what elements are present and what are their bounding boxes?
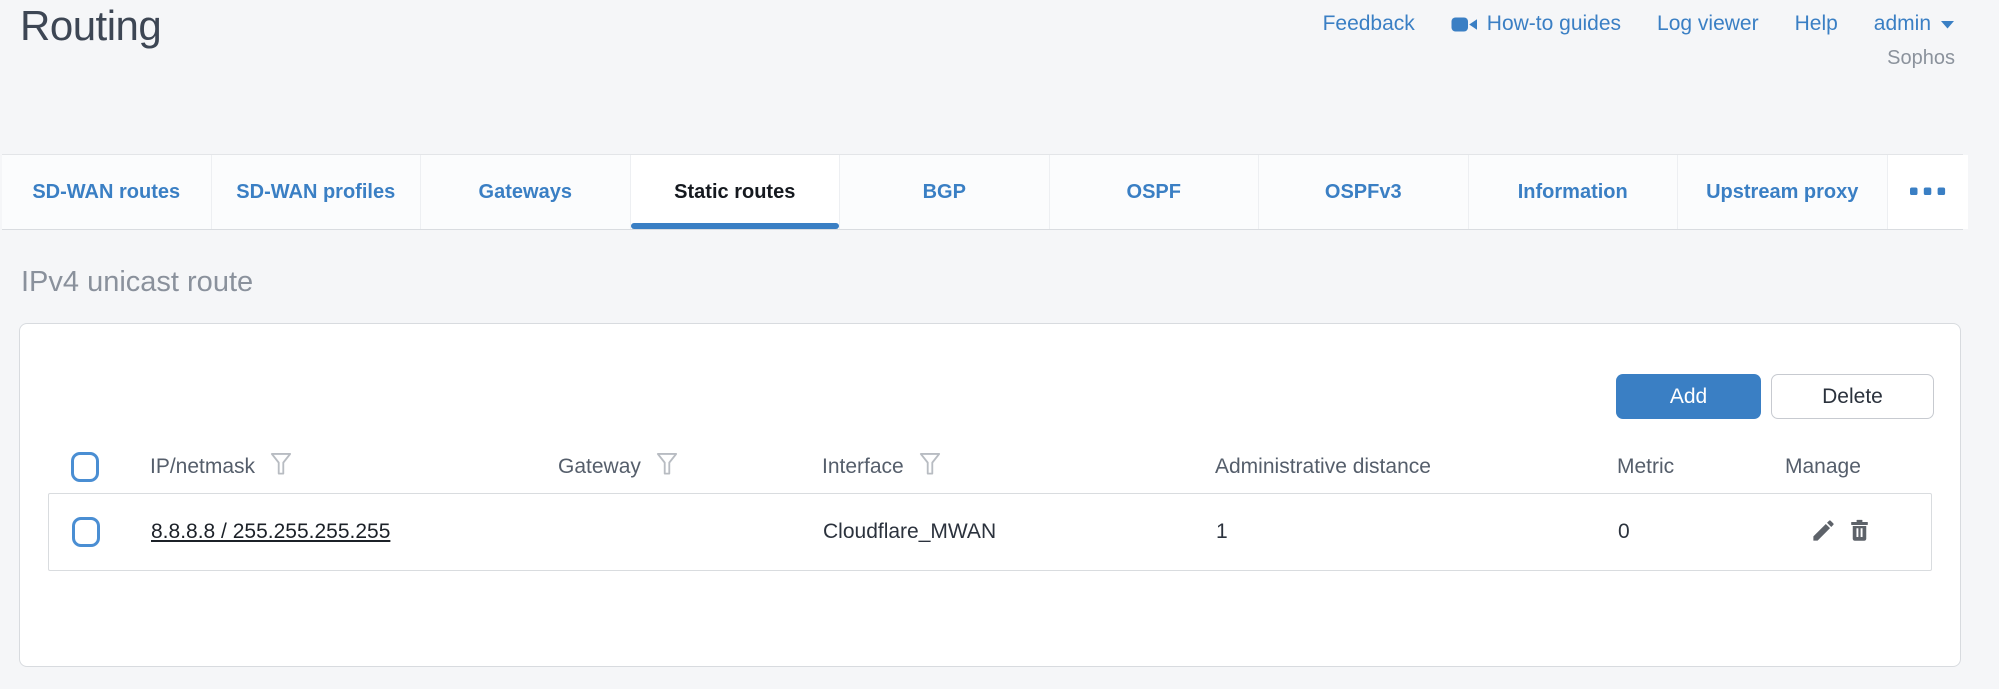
route-ip-netmask-link[interactable]: 8.8.8.8 / 255.255.255.255 bbox=[151, 520, 390, 543]
log-viewer-link[interactable]: Log viewer bbox=[1657, 12, 1759, 36]
admin-menu-label: admin bbox=[1874, 12, 1931, 36]
feedback-link[interactable]: Feedback bbox=[1323, 12, 1415, 36]
filter-funnel-icon[interactable] bbox=[919, 452, 941, 482]
tab-label: Information bbox=[1518, 181, 1628, 204]
delete-button[interactable]: Delete bbox=[1771, 374, 1934, 419]
help-link[interactable]: Help bbox=[1795, 12, 1838, 36]
edit-route-button[interactable] bbox=[1808, 515, 1839, 549]
how-to-guides-label: How-to guides bbox=[1487, 12, 1621, 36]
route-table-row: 8.8.8.8 / 255.255.255.255 Cloudflare_MWA… bbox=[48, 493, 1932, 571]
tab-label: Static routes bbox=[674, 181, 795, 204]
route-metric-cell: 0 bbox=[1618, 520, 1786, 544]
help-label: Help bbox=[1795, 12, 1838, 36]
chevron-down-icon bbox=[1940, 20, 1955, 29]
table-toolbar: Add Delete bbox=[1616, 374, 1934, 419]
delete-route-button[interactable] bbox=[1844, 515, 1875, 549]
tab-label: OSPF bbox=[1127, 181, 1181, 204]
column-header-metric: Metric bbox=[1617, 455, 1674, 479]
tab-sd-wan-routes[interactable]: SD-WAN routes bbox=[2, 155, 212, 229]
filter-funnel-icon[interactable] bbox=[270, 452, 292, 482]
tab-information[interactable]: Information bbox=[1469, 155, 1679, 229]
header-links: Feedback How-to guides Log viewer Help a… bbox=[1323, 12, 1955, 36]
tab-label: BGP bbox=[923, 181, 966, 204]
page-title: Routing bbox=[20, 2, 161, 50]
tab-label: SD-WAN routes bbox=[32, 181, 180, 204]
routes-table: IP/netmask Gateway Interface bbox=[48, 441, 1932, 571]
how-to-guides-link[interactable]: How-to guides bbox=[1451, 12, 1621, 36]
column-header-gateway: Gateway bbox=[558, 455, 641, 479]
column-header-interface: Interface bbox=[822, 455, 904, 479]
column-header-manage: Manage bbox=[1785, 455, 1861, 479]
route-interface-cell: Cloudflare_MWAN bbox=[823, 520, 1216, 544]
tab-label: Upstream proxy bbox=[1706, 181, 1858, 204]
tab-bgp[interactable]: BGP bbox=[840, 155, 1050, 229]
trash-icon bbox=[1846, 517, 1873, 547]
tab-gateways[interactable]: Gateways bbox=[421, 155, 631, 229]
route-manage-cell bbox=[1786, 515, 1931, 549]
tab-static-routes[interactable]: Static routes bbox=[631, 155, 841, 229]
video-camera-icon bbox=[1451, 15, 1478, 34]
column-header-ip-netmask: IP/netmask bbox=[150, 455, 255, 479]
row-select-checkbox[interactable] bbox=[72, 517, 100, 547]
tab-upstream-proxy[interactable]: Upstream proxy bbox=[1678, 155, 1888, 229]
tab-label: Gateways bbox=[479, 181, 572, 204]
brand-label: Sophos bbox=[1887, 47, 1955, 70]
feedback-link-label: Feedback bbox=[1323, 12, 1415, 36]
admin-menu[interactable]: admin bbox=[1874, 12, 1955, 36]
select-all-checkbox[interactable] bbox=[71, 452, 99, 482]
tab-label: OSPFv3 bbox=[1325, 181, 1402, 204]
filter-funnel-icon[interactable] bbox=[656, 452, 678, 482]
add-button[interactable]: Add bbox=[1616, 374, 1761, 419]
table-header-row: IP/netmask Gateway Interface bbox=[48, 441, 1932, 493]
tab-sd-wan-profiles[interactable]: SD-WAN profiles bbox=[212, 155, 422, 229]
route-admin-distance-cell: 1 bbox=[1216, 520, 1618, 544]
routing-tab-bar: SD-WAN routes SD-WAN profiles Gateways S… bbox=[2, 154, 1963, 230]
column-header-administrative-distance: Administrative distance bbox=[1215, 455, 1431, 479]
tab-ospf[interactable]: OSPF bbox=[1050, 155, 1260, 229]
more-dots-icon bbox=[1910, 183, 1946, 201]
section-title: IPv4 unicast route bbox=[21, 266, 253, 299]
pencil-icon bbox=[1810, 517, 1837, 547]
tab-label: SD-WAN profiles bbox=[236, 181, 395, 204]
tab-ospfv3[interactable]: OSPFv3 bbox=[1259, 155, 1469, 229]
tab-overflow-button[interactable] bbox=[1888, 155, 1968, 229]
log-viewer-label: Log viewer bbox=[1657, 12, 1759, 36]
static-routes-card: Add Delete IP/netmask Gateway bbox=[19, 323, 1961, 667]
